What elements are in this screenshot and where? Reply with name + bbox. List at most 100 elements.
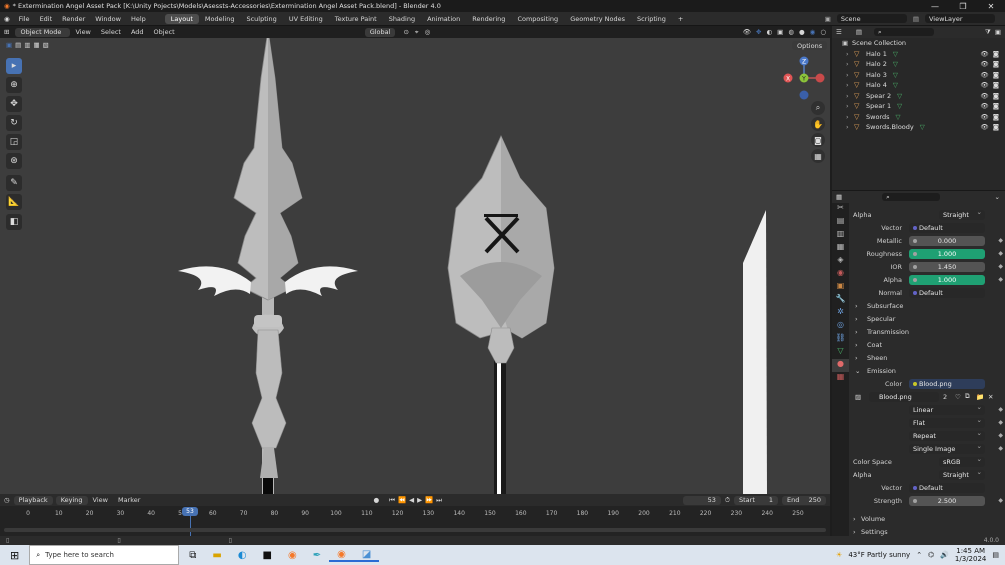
tool-tab-icon[interactable]: ✂ — [832, 203, 849, 216]
viewport-menu-add[interactable]: Add — [126, 28, 149, 36]
outliner-item[interactable]: › ▽ Halo 3 ▽ 👁 ◙ — [832, 70, 1005, 81]
epic-launcher-icon[interactable]: ■ — [255, 550, 280, 561]
physics-tab-icon[interactable]: ◎ — [832, 320, 849, 333]
keyframe-dot-icon[interactable]: ◆ — [998, 250, 1003, 257]
specular-panel-header[interactable]: › Specular — [849, 312, 1005, 325]
close-button[interactable]: ✕ — [977, 2, 1005, 11]
render-camera-icon[interactable]: ◙ — [993, 123, 999, 131]
vector-field[interactable]: Default — [909, 222, 985, 233]
xray-toggle-icon[interactable]: ▣ — [777, 28, 783, 36]
timeline-ruler[interactable]: 0102030405060708090100110120130140150160… — [0, 506, 830, 536]
jump-keyframe-back-icon[interactable]: ⏪ — [398, 496, 409, 504]
unlink-icon[interactable]: ✕ — [988, 393, 993, 401]
visibility-eye-icon[interactable]: 👁 — [980, 81, 988, 89]
taskbar-search-box[interactable]: ⌕ Type here to search — [29, 545, 180, 565]
weather-text[interactable]: 43°F Partly sunny — [848, 551, 910, 559]
notifications-icon[interactable]: ▤ — [992, 551, 999, 559]
shading-material-icon[interactable]: ◉ — [810, 28, 816, 36]
particles-tab-icon[interactable]: ✲ — [832, 307, 849, 320]
visibility-eye-icon[interactable]: 👁 — [980, 71, 988, 79]
keyframe-dot-icon[interactable]: ◆ — [998, 497, 1003, 504]
select-extend-icon[interactable]: ▤ — [15, 41, 21, 49]
workspace-tab-compositing[interactable]: Compositing — [511, 14, 564, 24]
annotate-tool-icon[interactable]: ✎ — [6, 175, 22, 191]
render-camera-icon[interactable]: ◙ — [993, 50, 999, 58]
render-camera-icon[interactable]: ◙ — [993, 81, 999, 89]
outliner-item[interactable]: › ▽ Spear 2 ▽ 👁 ◙ — [832, 91, 1005, 102]
colorspace-dropdown[interactable]: sRGB — [939, 455, 985, 467]
workspace-tab-rendering[interactable]: Rendering — [466, 14, 511, 24]
snap-icon[interactable]: ⌖ — [409, 28, 419, 37]
mode-selector[interactable]: Object Mode — [15, 27, 71, 37]
keyframe-dot-icon[interactable]: ◆ — [998, 276, 1003, 283]
visibility-eye-icon[interactable]: 👁 — [980, 60, 988, 68]
clock[interactable]: 1:45 AM 1/3/2024 — [955, 547, 986, 563]
roughness-slider[interactable]: 1.000 — [909, 248, 985, 259]
measure-tool-icon[interactable]: 📐 — [6, 194, 22, 210]
render-camera-icon[interactable]: ◙ — [993, 113, 999, 121]
workspace-tab-scripting[interactable]: Scripting — [631, 14, 672, 24]
expand-arrow-icon[interactable]: › — [846, 81, 854, 89]
timeline-scrollbar[interactable] — [4, 528, 826, 532]
viewport-menu-view[interactable]: View — [70, 28, 95, 36]
data-tab-icon[interactable]: ▽ — [832, 346, 849, 359]
select-new-icon[interactable]: ▣ — [6, 41, 12, 49]
outliner-editor-icon[interactable]: ☰ — [836, 28, 842, 36]
timeline-menu-playback[interactable]: Playback — [13, 495, 53, 505]
outliner-item[interactable]: › ▽ Halo 2 ▽ 👁 ◙ — [832, 59, 1005, 70]
workspace-tab-sculpting[interactable]: Sculpting — [240, 14, 282, 24]
select-subtract-icon[interactable]: ▥ — [24, 41, 30, 49]
filter-icon[interactable]: ⧩ — [985, 28, 991, 37]
coat-panel-header[interactable]: › Coat — [849, 338, 1005, 351]
select-intersect-icon[interactable]: ▧ — [43, 41, 49, 49]
projection-dropdown[interactable]: Flat — [909, 416, 985, 428]
workspace-tab-layout[interactable]: Layout — [164, 13, 199, 24]
viewport-menu-object[interactable]: Object — [149, 28, 180, 36]
start-frame-field[interactable]: Start 1 — [734, 495, 778, 505]
workspace-tab-modeling[interactable]: Modeling — [199, 14, 241, 24]
timeline-menu-view[interactable]: View — [88, 496, 113, 504]
render-camera-icon[interactable]: ◙ — [993, 71, 999, 79]
properties-editor-icon[interactable]: ▦ — [832, 193, 842, 201]
outliner-search-input[interactable]: ⌕ — [873, 28, 934, 36]
rotate-tool-icon[interactable]: ↻ — [6, 115, 22, 131]
weather-icon[interactable]: ☀ — [836, 551, 842, 559]
image-name-field[interactable]: Blood.png — [869, 391, 939, 402]
interpolation-dropdown[interactable]: Linear — [909, 403, 985, 415]
keyframe-dot-icon[interactable]: ◆ — [998, 237, 1003, 244]
image-alpha-dropdown[interactable]: Straight — [939, 468, 985, 480]
pan-hand-icon[interactable]: ✋ — [811, 117, 825, 131]
render-camera-icon[interactable]: ◙ — [993, 102, 999, 110]
material-tab-icon[interactable]: ● — [832, 359, 849, 372]
render-camera-icon[interactable]: ◙ — [993, 60, 999, 68]
shading-wireframe-icon[interactable]: ◍ — [788, 28, 794, 36]
navigation-gizmo[interactable]: X Y Z — [782, 56, 826, 100]
add-cube-tool-icon[interactable]: ◧ — [6, 214, 22, 230]
timeline-menu-keying[interactable]: Keying — [55, 495, 88, 505]
visibility-icon[interactable]: 👁 — [743, 28, 751, 36]
render-tab-icon[interactable]: ▤ — [832, 216, 849, 229]
image-vector-field[interactable]: Default — [909, 482, 985, 493]
expand-arrow-icon[interactable]: › — [846, 123, 854, 131]
maximize-button[interactable]: ❐ — [949, 2, 977, 11]
scene-selector[interactable]: Scene — [836, 14, 907, 23]
normal-field[interactable]: Default — [909, 287, 985, 298]
ortho-grid-icon[interactable]: ▦ — [811, 149, 825, 163]
gizmo-neg-z-axis[interactable] — [799, 90, 809, 100]
menu-window[interactable]: Window — [90, 15, 126, 23]
editor-type-icon[interactable]: ⊞ — [4, 28, 15, 36]
view-layer-tab-icon[interactable]: ▦ — [832, 242, 849, 255]
workspace-tab-geometry-nodes[interactable]: Geometry Nodes — [564, 14, 631, 24]
expand-arrow-icon[interactable]: › — [846, 71, 854, 79]
add-workspace-button[interactable]: + — [672, 14, 689, 24]
subsurface-panel-header[interactable]: › Subsurface — [849, 299, 1005, 312]
blender-launcher-icon[interactable]: ◪ — [353, 549, 380, 562]
image-browse-icon[interactable]: ▨ — [855, 393, 861, 401]
pivot-icon[interactable]: ⊙ — [395, 28, 408, 36]
workspace-tab-animation[interactable]: Animation — [421, 14, 466, 24]
properties-search-input[interactable]: ⌕ — [882, 193, 941, 201]
expand-arrow-icon[interactable]: › — [846, 113, 854, 121]
volume-icon[interactable]: 🔊 — [940, 551, 949, 559]
gizmo-neg-x-axis[interactable] — [815, 73, 825, 83]
scale-tool-icon[interactable]: ◲ — [6, 134, 22, 150]
